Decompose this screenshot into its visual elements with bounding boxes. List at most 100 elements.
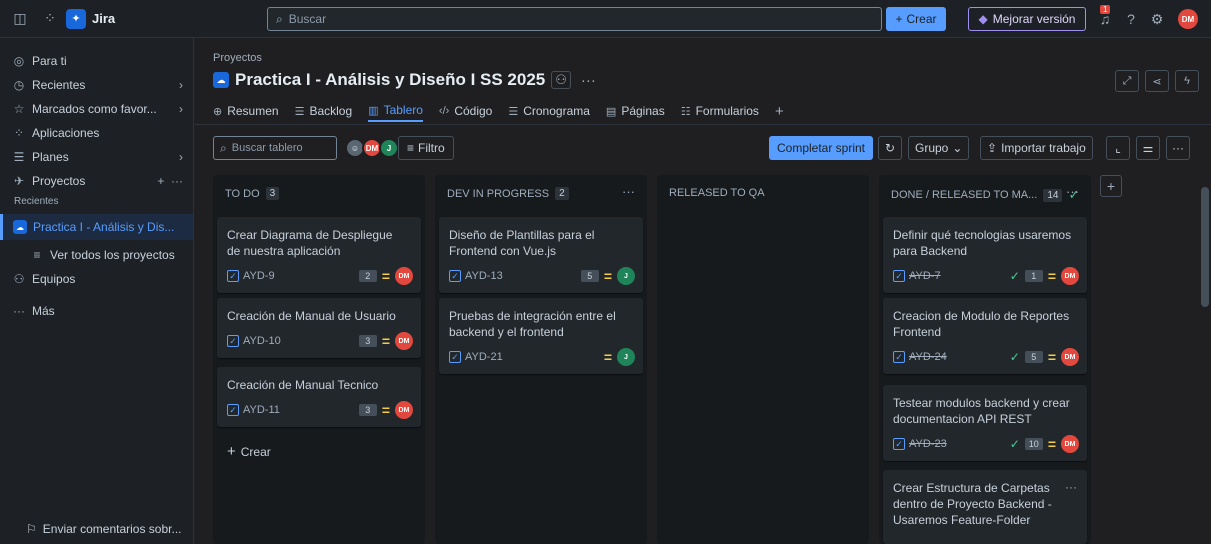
group-dropdown[interactable]: Grupo ⌄ [908, 136, 970, 160]
import-label: Importar trabajo [1001, 141, 1086, 155]
board-search-input[interactable] [231, 142, 328, 154]
global-search-input[interactable] [288, 12, 849, 26]
import-work-button[interactable]: ⇪ Importar trabajo [980, 136, 1093, 160]
assignee-avatar[interactable]: DM [395, 332, 413, 350]
issue-card[interactable]: Testear modulos backend y crear document… [883, 385, 1087, 461]
assignee-avatar[interactable]: J [617, 348, 635, 366]
issue-card[interactable]: Creacion de Modulo de Reportes Frontend … [883, 298, 1087, 374]
sidebar-item-more[interactable]: ··· Más [0, 300, 193, 322]
priority-medium-icon: = [1047, 436, 1056, 452]
task-checkbox-icon: ✓ [893, 351, 905, 363]
story-points: 10 [1024, 438, 1043, 450]
global-search[interactable]: ⌕ [267, 7, 882, 31]
issue-card[interactable]: Definir qué tecnologias usaremos para Ba… [883, 217, 1087, 293]
feedback-button[interactable]: ⚐ Enviar comentarios sobr... [26, 522, 182, 536]
issue-key[interactable]: AYD-23 [909, 438, 947, 450]
issue-key[interactable]: AYD-13 [465, 270, 503, 282]
sidebar-item-plans[interactable]: ☰ Planes › [0, 146, 193, 168]
issue-key[interactable]: AYD-11 [243, 404, 280, 416]
issue-card[interactable]: Creación de Manual de Usuario ✓ AYD-10 3… [217, 298, 421, 358]
assignee-avatar[interactable]: DM [1061, 267, 1079, 285]
sidebar-active-project[interactable]: ☁ Practica I - Análisis y Dis... [0, 214, 193, 240]
sidebar-toggle-icon[interactable]: ◫ [8, 7, 32, 31]
create-issue-button[interactable]: + Crear [227, 443, 271, 460]
header-actions: ⤢ ⋖ ϟ [1115, 70, 1199, 92]
story-points: 5 [580, 270, 599, 282]
scrollbar-thumb[interactable] [1201, 187, 1209, 307]
more-dots-icon[interactable]: ··· [1166, 136, 1190, 160]
jira-logo[interactable]: ✦ Jira [66, 8, 115, 29]
sidebar-item-apps[interactable]: ⁘ Aplicaciones [0, 122, 193, 144]
issue-key[interactable]: AYD-9 [243, 270, 275, 282]
cloud-project-icon: ☁ [13, 220, 27, 234]
chart-icon[interactable]: ⌞ [1106, 136, 1130, 160]
tab-forms[interactable]: ☷ Formularios [681, 100, 759, 122]
gem-icon: ◆ [978, 12, 988, 26]
more-dots-icon[interactable]: ··· [1065, 480, 1077, 494]
board-search[interactable]: ⌕ [213, 136, 337, 160]
sidebar-item-for-you[interactable]: ◎ Para ti [0, 50, 193, 72]
issue-card[interactable]: Creación de Manual Tecnico ✓ AYD-11 3 = … [217, 367, 421, 427]
notifications-button[interactable]: ♫ 1 [1093, 5, 1117, 31]
card-title: Creación de Manual Tecnico [227, 378, 379, 392]
tab-timeline[interactable]: ☰ Cronograma [508, 100, 590, 122]
add-column-button[interactable]: + [1100, 175, 1122, 197]
issue-key[interactable]: AYD-10 [243, 335, 281, 347]
board-scrollbar[interactable] [1201, 175, 1209, 544]
refresh-icon[interactable]: ↻ [878, 136, 902, 160]
sidebar-item-label: Planes [32, 150, 69, 164]
done-check-icon: ✓ [1009, 437, 1020, 451]
sidebar-item-projects[interactable]: ✈ Proyectos + ··· [0, 170, 193, 192]
avatar-j[interactable]: J [379, 138, 399, 158]
lightning-icon[interactable]: ϟ [1175, 70, 1199, 92]
projects-actions[interactable]: + ··· [157, 174, 183, 188]
assignee-avatar[interactable]: DM [395, 267, 413, 285]
megaphone-icon: ⚐ [26, 522, 37, 536]
create-button[interactable]: + Crear [886, 7, 946, 31]
column-header: TO DO 3 [225, 187, 280, 200]
tab-board[interactable]: ▥ Tablero [368, 100, 423, 122]
help-icon[interactable]: ? [1119, 7, 1143, 31]
search-icon: ⌕ [276, 11, 283, 26]
breadcrumb[interactable]: Proyectos [213, 52, 262, 64]
chevron-right-icon: › [179, 78, 183, 92]
gear-icon[interactable]: ⚙ [1145, 7, 1169, 31]
issue-card[interactable]: Crear Diagrama de Despliegue de nuestra … [217, 217, 421, 293]
tab-summary[interactable]: ⊕ Resumen [213, 100, 279, 122]
tab-code[interactable]: ‹/› Código [439, 100, 492, 122]
card-footer: ✓ AYD-9 2 = DM [227, 267, 413, 285]
filter-button[interactable]: ≡ Filtro [398, 136, 454, 160]
assignee-avatar[interactable]: DM [1061, 435, 1079, 453]
issue-key[interactable]: AYD-21 [465, 351, 503, 363]
sidebar-item-all-projects[interactable]: ≡ Ver todos los proyectos [0, 244, 193, 266]
main-content: Proyectos ☁ Practica I - Análisis y Dise… [195, 38, 1211, 544]
issue-key[interactable]: AYD-24 [909, 351, 947, 363]
assignee-avatar[interactable]: DM [395, 401, 413, 419]
more-dots-icon[interactable]: ··· [622, 184, 635, 199]
settings-sliders-icon[interactable]: ⚌ [1136, 136, 1160, 160]
add-tab-button[interactable]: + [775, 100, 784, 122]
tab-pages[interactable]: ▤ Páginas [606, 100, 665, 122]
assignee-avatar[interactable]: DM [1061, 348, 1079, 366]
issue-card[interactable]: Crear Estructura de Carpetas dentro de P… [883, 470, 1087, 544]
issue-card[interactable]: Diseño de Plantillas para el Frontend co… [439, 217, 643, 293]
card-footer: ✓ AYD-10 3 = DM [227, 332, 413, 350]
more-dots-icon[interactable]: ··· [1066, 184, 1079, 199]
sidebar-item-recent[interactable]: ◷ Recientes › [0, 74, 193, 96]
user-avatar[interactable]: DM [1178, 9, 1198, 29]
create-button-label: Crear [906, 12, 937, 26]
team-icon[interactable]: ⚇ [551, 71, 571, 89]
app-switcher-icon[interactable]: ⁘ [38, 7, 62, 31]
sidebar-item-starred[interactable]: ☆ Marcados como favor... › [0, 98, 193, 120]
expand-icon[interactable]: ⤢ [1115, 70, 1139, 92]
assignee-avatar[interactable]: J [617, 267, 635, 285]
complete-sprint-button[interactable]: Completar sprint [769, 136, 873, 160]
sidebar-item-teams[interactable]: ⚇ Equipos [0, 268, 193, 290]
issue-card[interactable]: Pruebas de integración entre el backend … [439, 298, 643, 374]
upgrade-button[interactable]: ◆ Mejorar versión [968, 7, 1086, 31]
more-dots-icon[interactable]: ··· [581, 72, 596, 89]
share-icon[interactable]: ⋖ [1145, 70, 1169, 92]
issue-key[interactable]: AYD-7 [909, 270, 941, 282]
story-points: 3 [358, 335, 377, 347]
tab-backlog[interactable]: ☰ Backlog [295, 100, 353, 122]
